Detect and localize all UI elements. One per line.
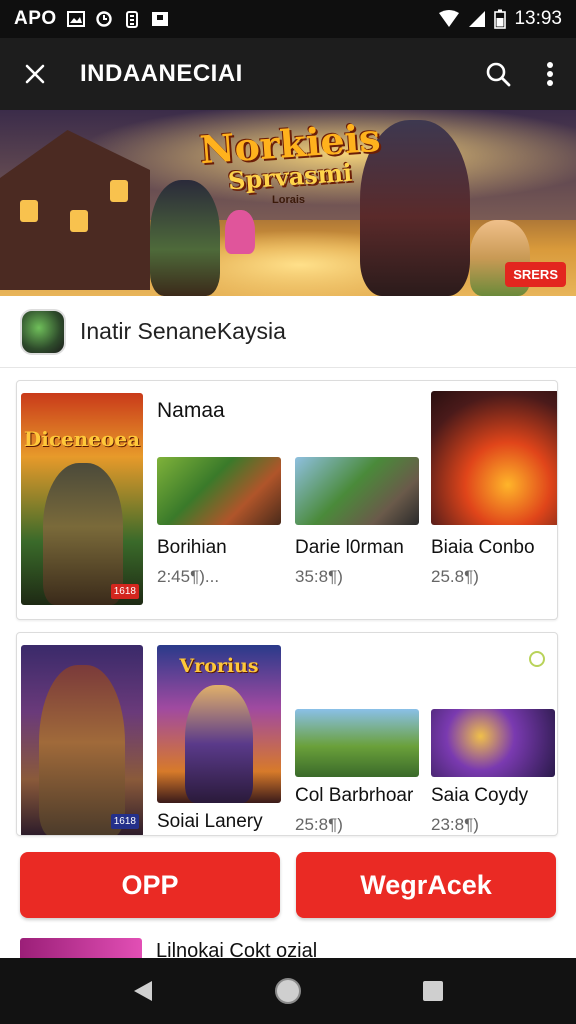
nav-home-button[interactable] <box>266 969 310 1013</box>
status-bar: APO 13:93 <box>0 0 576 38</box>
window-light <box>110 180 128 202</box>
game-name[interactable]: Biaia Conbo <box>431 537 535 559</box>
search-icon <box>486 62 511 87</box>
game-meta: 35:8¶) <box>295 567 343 586</box>
game-collection-card[interactable]: 1618 Vrorius Soiai Lanery Col Barbrhoar … <box>16 632 558 836</box>
app-header-row[interactable]: Inatir SenaneKaysia <box>0 296 576 368</box>
app-bar-actions <box>472 38 576 110</box>
status-left: APO <box>14 8 169 30</box>
page-title: INDAANECIAI <box>80 60 243 87</box>
collection-poster-secondary[interactable]: Vrorius <box>157 645 281 803</box>
game-thumbnail[interactable] <box>295 457 419 525</box>
game-thumbnail[interactable] <box>431 709 555 777</box>
game-meta: 25.8¶) <box>431 567 479 586</box>
game-meta: 25:8¶) <box>295 815 343 834</box>
game-name[interactable]: Borihian <box>157 537 227 559</box>
game-thumbnail[interactable] <box>431 391 557 525</box>
clock: 13:93 <box>514 8 562 29</box>
game-thumbnail[interactable] <box>157 457 281 525</box>
list-item-title: Lilnokai Cokt ozial <box>156 940 318 960</box>
collection-poster[interactable]: 1618 <box>21 645 143 835</box>
banner-character-hero <box>150 180 220 296</box>
poster-character <box>185 685 253 803</box>
game-name[interactable]: Col Barbrhoar <box>295 785 413 807</box>
app-icon <box>20 308 66 355</box>
nav-back-button[interactable] <box>121 969 165 1013</box>
app-bar: INDAANECIAI <box>0 38 576 110</box>
next-list-item[interactable]: Lilnokai Cokt ozial <box>0 930 576 960</box>
close-icon <box>25 64 45 84</box>
home-circle-icon <box>274 978 301 1004</box>
game-meta: 23:8¶) <box>431 815 479 834</box>
more-options-button[interactable] <box>524 38 576 110</box>
window-light <box>20 200 38 222</box>
collection-poster[interactable]: Diceneoea 1618 <box>21 393 143 605</box>
game-thumbnail[interactable] <box>295 709 419 777</box>
battery-saver-icon <box>125 11 138 28</box>
poster-tag: 1618 <box>110 584 139 599</box>
recents-square-icon <box>423 981 444 1001</box>
poster-character <box>39 665 125 835</box>
app-name: Inatir SenaneKaysia <box>80 318 286 344</box>
close-button[interactable] <box>0 38 70 110</box>
more-vert-icon <box>547 62 553 86</box>
card-heading: Namaa <box>157 399 225 422</box>
back-triangle-icon <box>133 981 152 1001</box>
system-navigation-bar <box>0 958 576 1024</box>
banner-character-pink <box>225 210 255 254</box>
poster-title: Vrorius <box>179 655 259 677</box>
carrier-label: APO <box>14 8 57 29</box>
battery-icon <box>494 9 507 29</box>
nav-recents-button[interactable] <box>411 969 455 1013</box>
status-ring-icon <box>529 651 545 667</box>
poster-tag: 1618 <box>110 814 139 829</box>
game-name[interactable]: Saia Coydy <box>431 785 528 807</box>
window-light <box>70 210 88 232</box>
game-meta: 2:45¶)... <box>157 567 220 586</box>
game-thumbnail <box>20 938 142 960</box>
banner-badge[interactable]: SRERS <box>505 262 566 287</box>
game-collection-card[interactable]: Diceneoea 1618 Namaa Borihian 2:45¶)... … <box>16 380 558 620</box>
wifi-icon <box>439 10 460 27</box>
banner-small-text: Lorais <box>272 194 306 206</box>
card-heading: Soiai Lanery <box>157 811 263 832</box>
status-right: 13:93 <box>438 8 562 30</box>
sync-icon <box>95 11 112 27</box>
secondary-action-button[interactable]: WegrAcek <box>296 852 556 918</box>
game-name[interactable]: Darie l0rman <box>295 537 404 559</box>
signal-icon <box>469 11 486 27</box>
primary-action-button[interactable]: OPP <box>20 852 280 918</box>
hero-banner[interactable]: Norkieis Sprvasmi Lorais SRERS <box>0 110 576 296</box>
gallery-icon <box>66 11 85 27</box>
photo-icon <box>151 12 168 26</box>
poster-title: Diceneoea <box>23 427 141 451</box>
search-button[interactable] <box>472 38 524 110</box>
